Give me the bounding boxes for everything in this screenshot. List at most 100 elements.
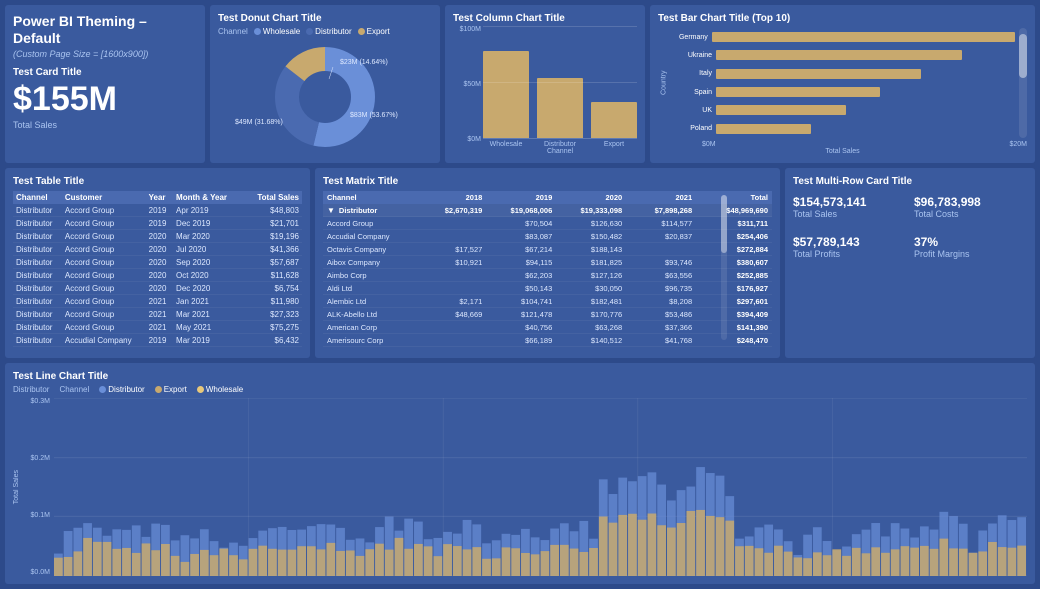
table-header-row: Channel Customer Year Month & Year Total… <box>13 191 302 204</box>
x-labels: Wholesale Distributor Export <box>483 141 637 148</box>
multi-item-profit-margins: 37% Profit Margins <box>914 235 1027 259</box>
profit-margins-value: 37% <box>914 235 1027 249</box>
row2: Test Table Title Channel Customer Year M… <box>5 168 1035 358</box>
y-axis-title: Total Sales <box>13 470 20 504</box>
m-col-2021: 2021 <box>626 191 696 204</box>
y-03m: $0.3M <box>22 398 50 405</box>
x-label-wholesale: Wholesale <box>483 141 529 148</box>
y-100m: $100M <box>453 26 481 33</box>
h-bar-ukraine: Ukraine <box>674 50 1015 60</box>
y-02m: $0.2M <box>22 455 50 462</box>
app: Power BI Theming – Default (Custom Page … <box>0 0 1040 589</box>
bars-area: Wholesale Distributor Export Channel <box>483 26 637 155</box>
scrollbar-thumb[interactable] <box>1019 34 1027 78</box>
export-dot <box>358 28 365 35</box>
x-jan2019: Jan 2019 <box>64 583 97 584</box>
m-col-2020: 2020 <box>556 191 626 204</box>
x-axis-title-bar: Total Sales <box>658 148 1027 155</box>
matrix-row: Aimbo Corp$62,203$127,126$63,556$252,885 <box>323 269 772 282</box>
col-wholesale-bar <box>483 51 529 138</box>
table-card: Test Table Title Channel Customer Year M… <box>5 168 310 358</box>
app-title: Power BI Theming – Default <box>13 13 197 47</box>
distributor-line-dot <box>99 386 106 393</box>
h-bar-germany: Germany <box>674 32 1015 42</box>
bar-chart-body: Country Germany Ukraine Italy <box>658 28 1027 138</box>
table-row: DistributorAccudial Company2019Mar 2019$… <box>13 334 302 347</box>
table-total-row: Total$154,573,141 <box>13 347 302 351</box>
line-legend-distributor: Distributor <box>99 385 144 394</box>
h-bar-germany-fill <box>712 32 1015 42</box>
table-row: DistributorAccord Group2021Jan 2021$11,9… <box>13 295 302 308</box>
donut-legend: Channel Wholesale Distributor Export <box>218 27 432 36</box>
table-row: DistributorAccord Group2020Sep 2020$57,6… <box>13 256 302 269</box>
scrollbar-track[interactable] <box>1019 28 1027 138</box>
y-01m: $0.1M <box>22 512 50 519</box>
profit-margins-label: Profit Margins <box>914 249 1027 259</box>
total-sales-item-label: Total Sales <box>793 209 906 219</box>
y-50m: $50M <box>453 81 481 88</box>
x-jan2021: Jan 2021 <box>984 583 1017 584</box>
matrix-row: ALK-Abello Ltd$48,669$121,478$170,776$53… <box>323 308 772 321</box>
matrix-row: Octavis Company$17,527$67,214$188,143$27… <box>323 243 772 256</box>
legend-wholesale-item: Wholesale <box>254 27 300 36</box>
h-bars-container: Germany Ukraine Italy Spain <box>674 28 1015 138</box>
col-customer: Customer <box>62 191 146 204</box>
h-bar-spain: Spain <box>674 87 1015 97</box>
table-row: DistributorAccord Group2020Jul 2020$41,3… <box>13 243 302 256</box>
col-year: Year <box>146 191 173 204</box>
app-subtitle: (Custom Page Size = [1600x900]) <box>13 49 197 59</box>
table-row: DistributorAccord Group2019Dec 2019$21,7… <box>13 217 302 230</box>
donut-title: Test Donut Chart Title <box>218 13 432 24</box>
big-value: $155M <box>13 82 197 116</box>
col-channel: Channel <box>13 191 62 204</box>
column-chart-area: $100M $50M $0M <box>453 26 637 155</box>
total-profits-label: Total Profits <box>793 249 906 259</box>
bars-container <box>483 26 637 139</box>
grid-mid <box>483 82 637 83</box>
x-axis-bottom: $0M $20M <box>658 141 1027 148</box>
h-bar-italy-fill <box>716 69 921 79</box>
table-row: DistributorAccord Group2021Mar 2021$27,3… <box>13 308 302 321</box>
matrix-wrapper: Channel 2018 2019 2020 2021 Total ▼Distr… <box>323 191 772 350</box>
card-title-label: Test Card Title <box>13 67 197 78</box>
donut-chart-svg: $23M (14.64%) $49M (31.68%) $83M (53.67%… <box>225 39 425 149</box>
line-channel-label: Distributor <box>13 385 49 394</box>
x-label-distributor: Distributor <box>537 141 583 148</box>
line-legend-label: Channel <box>59 385 89 394</box>
time-series-bars <box>54 467 1026 576</box>
line-svg-container: Jan 2019 Jul 2019 Jan 2020 Jul 2020 Jan … <box>54 398 1027 576</box>
legend-distributor-item: Distributor <box>306 27 351 36</box>
y-axis-label-country: Country <box>658 28 670 138</box>
matrix-row: Alembic Ltd$2,171$104,741$182,481$8,208$… <box>323 295 772 308</box>
distributor-dot <box>306 28 313 35</box>
table-wrapper: Channel Customer Year Month & Year Total… <box>13 191 302 350</box>
h-label-poland: Poland <box>674 125 712 132</box>
x-axis-labels: Jan 2019 Jul 2019 Jan 2020 Jul 2020 Jan … <box>54 583 1027 584</box>
matrix-row: Amerisourc Corp$66,189$140,512$41,768$24… <box>323 334 772 347</box>
m-col-total: Total <box>696 191 772 204</box>
h-bar-ukraine-fill <box>716 50 962 60</box>
wholesale-line-dot <box>197 386 204 393</box>
matrix-row: Accudial Company$83,087$150,482$20,837$2… <box>323 230 772 243</box>
multi-row-card: Test Multi-Row Card Title $154,573,141 T… <box>785 168 1035 358</box>
line-chart-title: Test Line Chart Title <box>13 371 1027 382</box>
who-label: Wholesale <box>206 385 243 394</box>
multi-row-grid: $154,573,141 Total Sales $96,783,998 Tot… <box>793 195 1027 259</box>
x-jan2020: Jan 2020 <box>524 583 557 584</box>
matrix-row: Aibox Company$10,921$94,115$181,825$93,7… <box>323 256 772 269</box>
multi-item-total-profits: $57,789,143 Total Profits <box>793 235 906 259</box>
export-line-dot <box>155 386 162 393</box>
line-chart-legend: Distributor Channel Distributor Export W… <box>13 385 1027 394</box>
matrix-body: ▼Distributor$2,670,319$19,068,006$19,333… <box>323 204 772 350</box>
total-sales-value: $154,573,141 <box>793 195 906 209</box>
wholesale-text: Wholesale <box>263 27 300 36</box>
table-row: DistributorAccord Group2021May 2021$75,2… <box>13 321 302 334</box>
matrix-title: Test Matrix Title <box>323 176 772 187</box>
dist-label: Distributor <box>108 385 144 394</box>
h-bar-uk: UK <box>674 105 1015 115</box>
h-label-italy: Italy <box>674 70 712 77</box>
matrix-row: American Corp$40,756$63,268$37,366$141,3… <box>323 321 772 334</box>
export-text: Export <box>367 27 390 36</box>
x-0m: $0M <box>702 141 716 148</box>
donut-svg-container: $23M (14.64%) $49M (31.68%) $83M (53.67%… <box>218 39 432 149</box>
